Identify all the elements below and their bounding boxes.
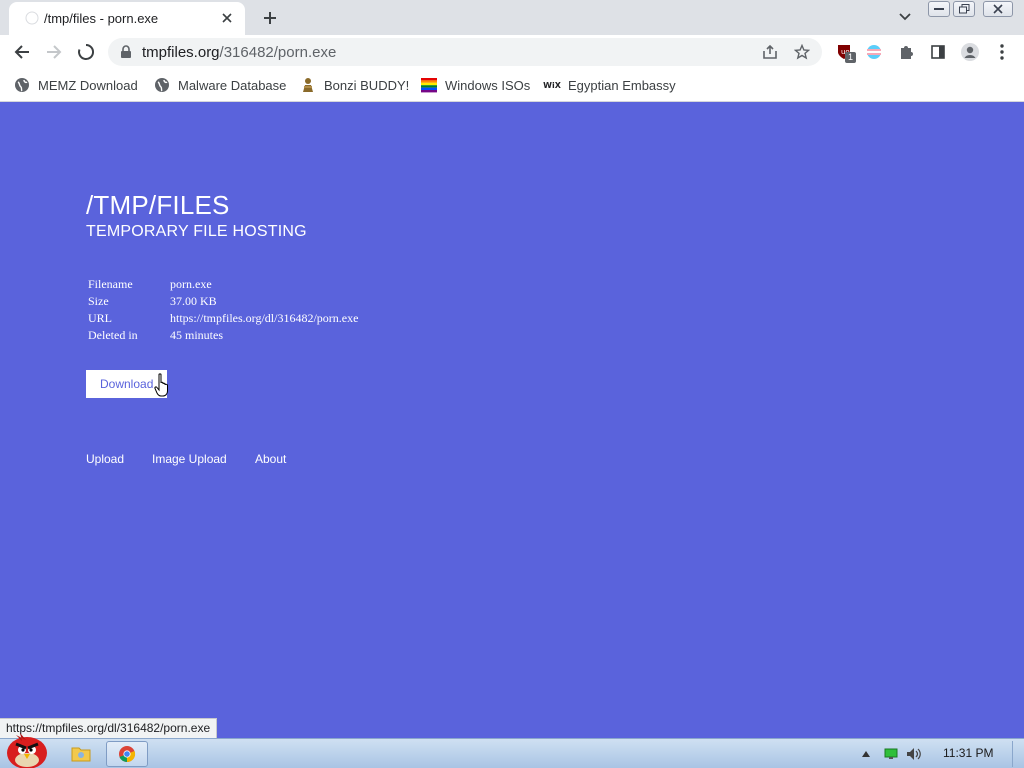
bookmarks-bar: MEMZ Download Malware Database Bonzi BUD… [0, 69, 1024, 102]
close-icon [993, 4, 1003, 14]
taskbar-chrome[interactable] [106, 741, 148, 767]
network-monitor-icon [884, 748, 898, 759]
bookmark-label: Windows ISOs [445, 77, 531, 93]
url-path: /316482/porn.exe [219, 44, 337, 61]
forward-button[interactable] [42, 40, 66, 64]
browser-toolbar: tmpfiles.org/316482/porn.exe uo 1 [0, 35, 1024, 69]
bookmark-memz-download[interactable]: MEMZ Download [14, 75, 138, 95]
bookmark-label: MEMZ Download [38, 77, 138, 93]
arrow-left-icon [14, 45, 29, 59]
table-row: Size 37.00 KB [88, 294, 358, 311]
about-link[interactable]: About [255, 452, 286, 466]
share-button[interactable] [758, 40, 782, 64]
chevron-down-icon [899, 13, 911, 21]
puzzle-icon [901, 46, 913, 59]
share-icon [763, 44, 777, 59]
file-info-table: Filename porn.exe Size 37.00 KB URL http… [88, 277, 358, 345]
wix-icon: WiX [543, 80, 561, 90]
bookmark-bonzi-buddy[interactable]: Bonzi BUDDY! [300, 75, 409, 95]
restore-icon [958, 4, 969, 14]
side-panel-icon [931, 45, 945, 59]
upload-link[interactable]: Upload [86, 452, 124, 466]
browser-tab[interactable]: /tmp/files - porn.exe [9, 2, 245, 35]
start-button-angry-bird-icon[interactable] [2, 729, 50, 768]
tray-network[interactable] [882, 745, 900, 763]
table-row: Filename porn.exe [88, 277, 358, 294]
deleted-in-value: 45 minutes [170, 328, 223, 342]
chrome-menu-button[interactable] [990, 40, 1014, 64]
arrow-right-icon [47, 45, 62, 59]
back-button[interactable] [10, 40, 34, 64]
bookmark-label: Egyptian Embassy [568, 77, 676, 93]
folder-icon [71, 747, 91, 762]
page-content: /TMP/FILES TEMPORARY FILE HOSTING Filena… [0, 102, 1024, 738]
show-desktop-button[interactable] [1012, 741, 1022, 767]
side-panel-button[interactable] [926, 40, 950, 64]
rainbow-flag-icon [421, 77, 437, 93]
lock-icon [121, 45, 131, 58]
url-label: URL [88, 311, 112, 325]
globe-icon [154, 77, 170, 93]
tab-title: /tmp/files - porn.exe [44, 11, 159, 26]
caret-up-icon [862, 751, 870, 757]
trans-flag-icon [867, 45, 881, 59]
filename-value: porn.exe [170, 277, 212, 291]
address-bar[interactable]: tmpfiles.org/316482/porn.exe [108, 38, 822, 66]
bookmark-label: Bonzi BUDDY! [324, 77, 410, 93]
profile-button[interactable] [958, 40, 982, 64]
speaker-icon [907, 748, 921, 760]
hand-pointer-cursor-icon [154, 373, 168, 397]
page-subtitle: TEMPORARY FILE HOSTING [86, 223, 307, 240]
deleted-in-label: Deleted in [88, 328, 138, 342]
globe-icon [14, 77, 30, 93]
avatar-icon [961, 43, 979, 61]
tab-search-button[interactable] [894, 7, 916, 27]
bonzi-icon [300, 77, 316, 93]
new-tab-button[interactable] [258, 6, 282, 30]
kebab-menu-icon [1000, 44, 1004, 60]
table-row: Deleted in 45 minutes [88, 328, 358, 345]
taskbar-clock[interactable]: 11:31 PM [943, 746, 993, 760]
url-text: tmpfiles.org/316482/porn.exe [142, 44, 336, 61]
restore-button[interactable] [953, 1, 975, 17]
loading-spinner-icon [78, 43, 95, 60]
bookmark-label: Malware Database [178, 77, 287, 93]
tab-strip: /tmp/files - porn.exe [0, 0, 1024, 35]
page-title: /TMP/FILES [86, 190, 230, 220]
page-favicon-icon [25, 11, 39, 25]
url-value: https://tmpfiles.org/dl/316482/porn.exe [170, 311, 359, 325]
taskbar-explorer[interactable] [60, 741, 102, 767]
tab-close-icon[interactable] [217, 8, 237, 28]
url-host: tmpfiles.org [142, 44, 220, 61]
image-upload-link[interactable]: Image Upload [152, 452, 227, 466]
extensions-button[interactable] [894, 40, 918, 64]
plus-icon [264, 12, 276, 24]
tray-volume[interactable] [905, 745, 923, 763]
extension-ublock-button[interactable]: uo 1 [833, 40, 857, 64]
size-label: Size [88, 294, 109, 308]
stop-loading-button[interactable] [74, 40, 98, 64]
minimize-button[interactable] [928, 1, 950, 17]
extension-badge: 1 [845, 52, 856, 63]
bookmark-windows-isos[interactable]: Windows ISOs [421, 75, 530, 95]
size-value: 37.00 KB [170, 294, 217, 308]
filename-label: Filename [88, 277, 133, 291]
bookmark-star-button[interactable] [790, 40, 814, 64]
close-window-button[interactable] [983, 1, 1013, 17]
extension-flag-button[interactable] [862, 40, 886, 64]
bookmark-egyptian-embassy[interactable]: WiX Egyptian Embassy [543, 75, 676, 95]
chrome-icon [119, 746, 136, 763]
tray-overflow-button[interactable] [861, 745, 871, 763]
table-row: URL https://tmpfiles.org/dl/316482/porn.… [88, 311, 358, 328]
taskbar: 11:31 PM [0, 733, 1024, 768]
star-icon [794, 44, 810, 60]
bookmark-malware-database[interactable]: Malware Database [154, 75, 286, 95]
minimize-icon [934, 8, 944, 10]
